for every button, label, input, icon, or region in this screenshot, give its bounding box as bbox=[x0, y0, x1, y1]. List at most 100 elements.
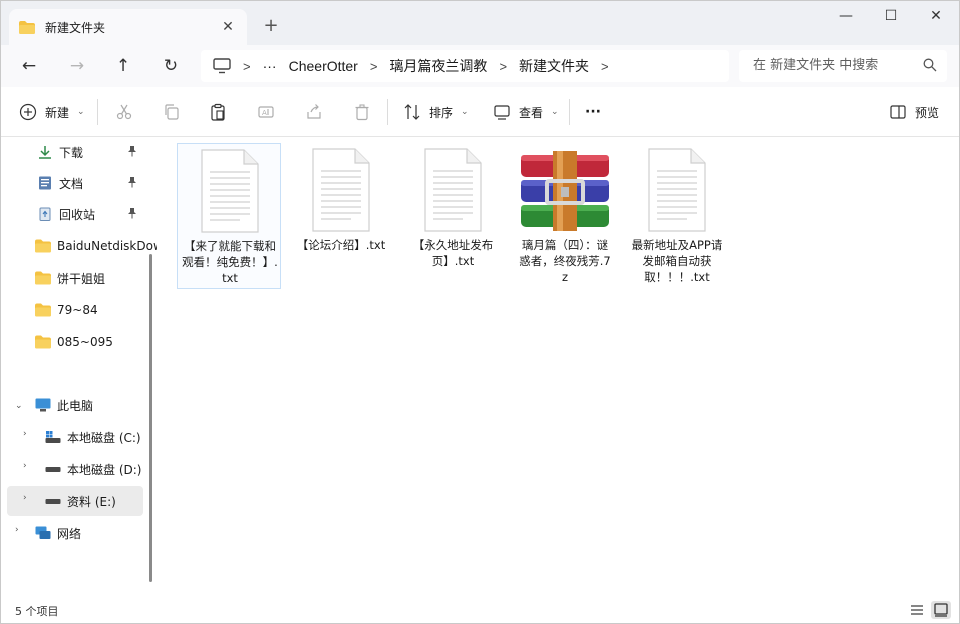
download-icon bbox=[39, 146, 51, 159]
file-item[interactable]: 璃月篇（四）：谜惑者，终夜残芳.7z bbox=[513, 143, 617, 289]
rename-button[interactable]: A bbox=[257, 99, 275, 125]
breadcrumb-current-folder[interactable]: 新建文件夹 bbox=[519, 56, 589, 76]
folder-icon bbox=[35, 335, 51, 349]
share-button[interactable] bbox=[305, 99, 323, 125]
sidebar-item-folder[interactable]: 085~095 bbox=[1, 327, 151, 357]
breadcrumb-cheerotter[interactable]: CheerOtter bbox=[289, 58, 358, 74]
search-input[interactable]: 在 新建文件夹 中搜索 bbox=[739, 50, 947, 82]
delete-button[interactable] bbox=[353, 99, 371, 125]
back-button[interactable]: ← bbox=[15, 53, 43, 79]
file-name: 璃月篇（四）：谜惑者，终夜残芳.7z bbox=[519, 238, 611, 284]
view-button[interactable]: 查看 ⌄ bbox=[493, 99, 559, 125]
scissors-icon bbox=[116, 104, 132, 120]
close-window-button[interactable]: ✕ bbox=[913, 1, 959, 33]
sidebar-item-downloads[interactable]: 下载 bbox=[1, 137, 151, 167]
sidebar-item-baidunetdisk[interactable]: BaiduNetdiskDownload bbox=[1, 231, 157, 261]
network-icon bbox=[35, 526, 51, 539]
file-list: 【来了就能下载和观看！纯免费！】.txt 【论坛介绍】.txt 【永久地址发布页… bbox=[161, 137, 959, 597]
winrar-archive-icon bbox=[521, 151, 609, 231]
minimize-button[interactable]: — bbox=[823, 1, 869, 33]
recycle-bin-icon bbox=[39, 207, 51, 221]
cut-button[interactable] bbox=[115, 99, 133, 125]
sort-button[interactable]: 排序 ⌄ bbox=[403, 99, 469, 125]
pin-icon[interactable] bbox=[127, 207, 137, 219]
drive-icon bbox=[45, 467, 61, 472]
address-bar[interactable]: > ··· CheerOtter > 璃月篇夜兰调教 > 新建文件夹 > bbox=[201, 50, 729, 82]
file-name: 【来了就能下载和观看！纯免费！】.txt bbox=[182, 239, 278, 285]
rename-icon: A bbox=[258, 106, 274, 118]
sidebar-item-drive-c[interactable]: 本地磁盘 (C:) bbox=[1, 422, 151, 452]
copy-button[interactable] bbox=[163, 99, 181, 125]
text-file-icon bbox=[648, 148, 706, 232]
computer-icon bbox=[213, 58, 231, 74]
large-icons-view-icon[interactable] bbox=[931, 601, 951, 619]
breadcrumb-overflow-button[interactable]: ··· bbox=[263, 58, 277, 74]
sidebar-item-network[interactable]: 网络 bbox=[1, 518, 151, 548]
breadcrumb-parent-folder[interactable]: 璃月篇夜兰调教 bbox=[389, 56, 487, 76]
sidebar-item-label: 网络 bbox=[57, 526, 82, 541]
breadcrumb-separator[interactable]: > bbox=[370, 59, 378, 74]
chevron-down-icon: ⌄ bbox=[77, 107, 85, 117]
file-explorer-window: 新建文件夹 ✕ + — ☐ ✕ ← → ↑ ↻ > ··· CheerOtter… bbox=[0, 0, 960, 624]
sidebar-item-drive-d[interactable]: 本地磁盘 (D:) bbox=[1, 454, 151, 484]
svg-text:A: A bbox=[262, 109, 267, 117]
system-drive-icon bbox=[45, 431, 61, 443]
preview-label: 预览 bbox=[915, 105, 940, 120]
paste-button[interactable] bbox=[209, 99, 227, 125]
document-icon bbox=[39, 176, 51, 190]
sidebar-item-label: 085~095 bbox=[57, 335, 113, 349]
sidebar-item-this-pc[interactable]: 此电脑 bbox=[1, 390, 151, 420]
new-tab-button[interactable]: + bbox=[259, 15, 283, 37]
title-bar: 新建文件夹 ✕ + — ☐ ✕ bbox=[1, 1, 959, 45]
computer-icon bbox=[35, 398, 51, 412]
file-item[interactable]: 【永久地址发布页】.txt bbox=[401, 143, 505, 289]
more-options-button[interactable]: ··· bbox=[585, 99, 601, 125]
breadcrumb-separator[interactable]: > bbox=[601, 59, 609, 74]
pin-icon[interactable] bbox=[127, 145, 137, 157]
up-button[interactable]: ↑ bbox=[109, 53, 137, 79]
pin-icon[interactable] bbox=[127, 176, 137, 188]
sidebar-item-label: 本地磁盘 (C:) bbox=[67, 430, 141, 445]
sort-button-label: 排序 bbox=[429, 105, 454, 120]
toolbar-divider bbox=[387, 99, 388, 125]
sidebar-item-folder[interactable]: 79~84 bbox=[1, 295, 151, 325]
plus-circle-icon bbox=[19, 103, 37, 121]
preview-pane-button[interactable]: 预览 bbox=[889, 99, 939, 125]
sidebar-item-label: 79~84 bbox=[57, 303, 98, 317]
item-count: 5 个项目 bbox=[15, 605, 59, 618]
toolbar-divider bbox=[97, 99, 98, 125]
drive-icon bbox=[45, 499, 61, 504]
sidebar-scrollbar[interactable] bbox=[149, 254, 152, 582]
navigation-pane: 下载 文档 回收站 BaiduNetdiskDownload 饼干姐姐 79~8… bbox=[1, 137, 157, 597]
file-item[interactable]: 【论坛介绍】.txt bbox=[289, 143, 393, 289]
sidebar-item-folder[interactable]: 饼干姐姐 bbox=[1, 263, 151, 293]
file-item[interactable]: 【来了就能下载和观看！纯免费！】.txt bbox=[177, 143, 281, 289]
breadcrumb-separator[interactable]: > bbox=[499, 59, 507, 74]
sort-icon bbox=[404, 104, 420, 120]
tab-close-button[interactable]: ✕ bbox=[219, 18, 237, 36]
refresh-button[interactable]: ↻ bbox=[157, 53, 185, 79]
search-icon bbox=[923, 58, 937, 72]
trash-icon bbox=[355, 104, 369, 121]
clipboard-icon bbox=[211, 103, 225, 121]
view-icon bbox=[494, 105, 510, 120]
command-bar: 新建 ⌄ A 排序 ⌄ 查看 ⌄ ··· 预览 bbox=[1, 87, 959, 137]
details-view-icon[interactable] bbox=[907, 601, 927, 619]
file-item[interactable]: 最新地址及APP请发邮箱自动获取！！！.txt bbox=[625, 143, 729, 289]
sidebar-item-label: 资料 (E:) bbox=[67, 494, 116, 509]
new-button[interactable]: 新建 ⌄ bbox=[19, 99, 85, 125]
folder-icon bbox=[35, 303, 51, 317]
maximize-button[interactable]: ☐ bbox=[868, 1, 914, 33]
status-bar: 5 个项目 bbox=[1, 597, 959, 623]
file-name: 【永久地址发布页】.txt bbox=[412, 238, 494, 268]
sidebar-item-label: BaiduNetdiskDownload bbox=[57, 239, 157, 253]
sidebar-item-drive-e[interactable]: 资料 (E:) bbox=[1, 486, 151, 516]
sidebar-item-documents[interactable]: 文档 bbox=[1, 168, 151, 198]
tab-current-folder[interactable]: 新建文件夹 ✕ bbox=[9, 9, 247, 45]
forward-button[interactable]: → bbox=[63, 53, 91, 79]
sidebar-item-recycle-bin[interactable]: 回收站 bbox=[1, 199, 151, 229]
sidebar-item-label: 下载 bbox=[59, 145, 84, 160]
sidebar-item-label: 回收站 bbox=[59, 207, 96, 222]
sidebar-item-label: 饼干姐姐 bbox=[57, 271, 106, 286]
text-file-icon bbox=[424, 148, 482, 232]
